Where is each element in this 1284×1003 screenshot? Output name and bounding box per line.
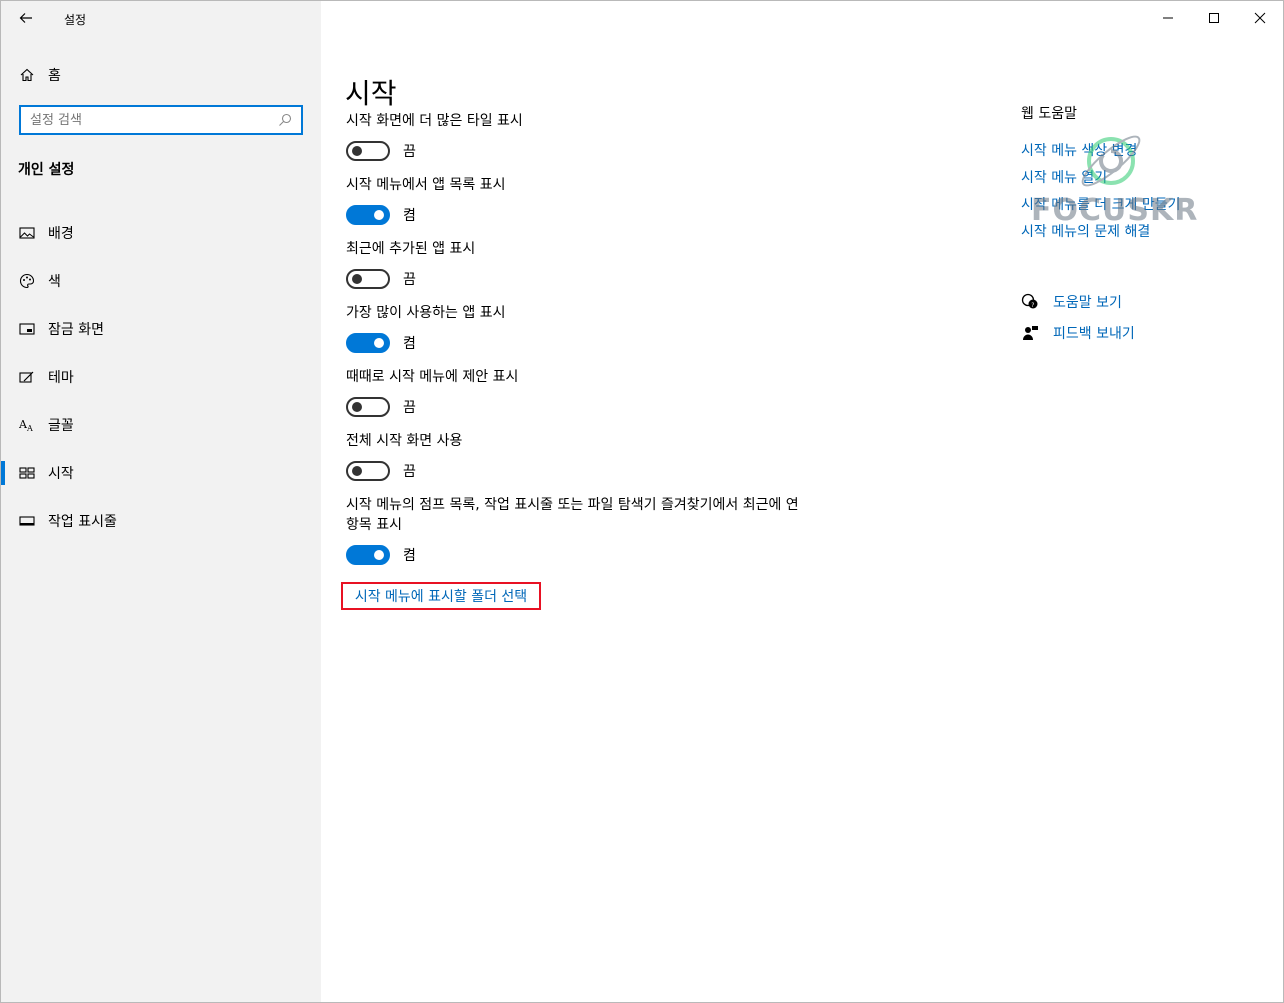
toggle-state: 켬 [403, 336, 416, 352]
title-bar: 설정 [1, 1, 321, 35]
nav-item-label: 잠금 화면 [48, 322, 104, 338]
toggle-state: 켬 [403, 548, 416, 564]
close-button[interactable] [1237, 1, 1283, 35]
toggle-switch[interactable] [346, 461, 390, 481]
nav-item-label: 글꼴 [48, 418, 74, 434]
feedback-link[interactable]: 피드백 보내기 [1021, 317, 1281, 348]
setting-more-tiles: 시작 화면에 더 많은 타일 표시 끔 [346, 111, 806, 165]
setting-label: 시작 메뉴의 점프 목록, 작업 표시줄 또는 파일 탐색기 즐겨찾기에서 최근… [346, 497, 799, 533]
setting-label: 시작 화면에 더 많은 타일 표시 [346, 113, 523, 129]
choose-folders-link[interactable]: 시작 메뉴에 표시할 폴더 선택 [341, 582, 541, 610]
window-controls [1145, 1, 1283, 35]
app-title: 설정 [64, 13, 87, 27]
nav-item-label: 작업 표시줄 [48, 514, 117, 530]
search-icon[interactable] [275, 113, 295, 127]
lock-screen-icon [18, 320, 36, 338]
toggle-state: 끔 [403, 400, 416, 416]
maximize-button[interactable] [1191, 1, 1237, 35]
svg-text:?: ? [1031, 302, 1034, 309]
main-content: 시작 시작 화면에 더 많은 타일 표시 끔 시작 메뉴에서 앱 목록 표시 켬… [321, 1, 1283, 1002]
toggle-switch[interactable] [346, 397, 390, 417]
setting-most-used: 가장 많이 사용하는 앱 표시 켬 [346, 303, 806, 357]
toggle-state: 켬 [403, 208, 416, 224]
toggle-knob [352, 402, 362, 412]
nav-item-background[interactable]: 배경 [1, 209, 321, 257]
toggle-state: 끔 [403, 144, 416, 160]
nav-list: 배경 색 잠금 화면 테마 AA 글꼴 시작 작업 표시줄 [1, 209, 321, 545]
close-icon [1254, 12, 1266, 24]
setting-label: 전체 시작 화면 사용 [346, 433, 463, 449]
choose-folders-label: 시작 메뉴에 표시할 폴더 선택 [354, 589, 528, 605]
setting-suggestions: 때때로 시작 메뉴에 제안 표시 끔 [346, 367, 806, 421]
toggle-switch[interactable] [346, 141, 390, 161]
svg-text:A: A [26, 424, 33, 433]
toggle-switch[interactable] [346, 333, 390, 353]
nav-item-taskbar[interactable]: 작업 표시줄 [1, 497, 321, 545]
get-help-label: 도움말 보기 [1053, 294, 1122, 311]
toggle-knob [374, 210, 384, 220]
toggle-switch[interactable] [346, 205, 390, 225]
nav-item-label: 시작 [48, 466, 74, 482]
back-button[interactable] [11, 5, 41, 31]
toggle-knob [374, 550, 384, 560]
setting-recent-apps: 최근에 추가된 앱 표시 끔 [346, 239, 806, 293]
taskbar-icon [18, 512, 36, 530]
font-icon: AA [18, 416, 36, 434]
theme-brush-icon [18, 368, 36, 386]
toggle-knob [374, 338, 384, 348]
feedback-person-icon [1021, 324, 1039, 342]
home-icon [18, 66, 36, 84]
setting-label: 때때로 시작 메뉴에 제안 표시 [346, 369, 519, 385]
nav-item-label: 테마 [48, 370, 74, 386]
section-title: 개인 설정 [18, 162, 75, 178]
settings-window: 설정 홈 개인 설정 배경 색 잠 [0, 0, 1284, 1003]
feedback-label: 피드백 보내기 [1053, 325, 1135, 342]
nav-item-font[interactable]: AA 글꼴 [1, 401, 321, 449]
back-arrow-icon [19, 13, 32, 23]
nav-item-theme[interactable]: 테마 [1, 353, 321, 401]
setting-jump-lists: 시작 메뉴의 점프 목록, 작업 표시줄 또는 파일 탐색기 즐겨찾기에서 최근… [346, 495, 806, 569]
help-link-open-start[interactable]: 시작 메뉴 열기 [1021, 165, 1281, 192]
settings-list: 시작 화면에 더 많은 타일 표시 끔 시작 메뉴에서 앱 목록 표시 켬 최근… [346, 111, 806, 579]
get-help-link[interactable]: ? 도움말 보기 [1021, 286, 1281, 317]
picture-icon [18, 224, 36, 242]
toggle-switch[interactable] [346, 269, 390, 289]
toggle-state: 끔 [403, 272, 416, 288]
setting-app-list: 시작 메뉴에서 앱 목록 표시 켬 [346, 175, 806, 229]
help-link-bigger-start[interactable]: 시작 메뉴를 더 크게 만들기 [1021, 192, 1281, 219]
toggle-knob [352, 146, 362, 156]
help-link-change-color[interactable]: 시작 메뉴 색상 변경 [1021, 138, 1281, 165]
start-grid-icon [18, 464, 36, 482]
search-box[interactable] [19, 105, 303, 135]
search-input[interactable] [21, 111, 275, 129]
nav-item-label: 배경 [48, 226, 74, 242]
chat-help-icon: ? [1021, 293, 1039, 311]
minimize-button[interactable] [1145, 1, 1191, 35]
toggle-switch[interactable] [346, 545, 390, 565]
nav-item-color[interactable]: 색 [1, 257, 321, 305]
toggle-knob [352, 274, 362, 284]
setting-label: 시작 메뉴에서 앱 목록 표시 [346, 177, 506, 193]
palette-icon [18, 272, 36, 290]
nav-item-lock-screen[interactable]: 잠금 화면 [1, 305, 321, 353]
maximize-icon [1209, 13, 1219, 23]
setting-label: 최근에 추가된 앱 표시 [346, 241, 476, 257]
nav-item-label: 색 [48, 274, 61, 290]
setting-full-screen: 전체 시작 화면 사용 끔 [346, 431, 806, 485]
help-title: 웹 도움말 [1021, 106, 1077, 122]
nav-home-label: 홈 [48, 68, 61, 84]
page-title: 시작 [345, 76, 397, 110]
toggle-state: 끔 [403, 464, 416, 480]
sidebar: 설정 홈 개인 설정 배경 색 잠 [1, 1, 321, 1002]
help-link-troubleshoot[interactable]: 시작 메뉴의 문제 해결 [1021, 219, 1281, 246]
setting-label: 가장 많이 사용하는 앱 표시 [346, 305, 506, 321]
help-actions: ? 도움말 보기 피드백 보내기 [1021, 286, 1281, 348]
nav-item-start[interactable]: 시작 [1, 449, 321, 497]
toggle-knob [352, 466, 362, 476]
minimize-icon [1163, 17, 1173, 19]
nav-home[interactable]: 홈 [1, 59, 321, 91]
help-panel: 웹 도움말 시작 메뉴 색상 변경 시작 메뉴 열기 시작 메뉴를 더 크게 만… [1021, 103, 1281, 348]
